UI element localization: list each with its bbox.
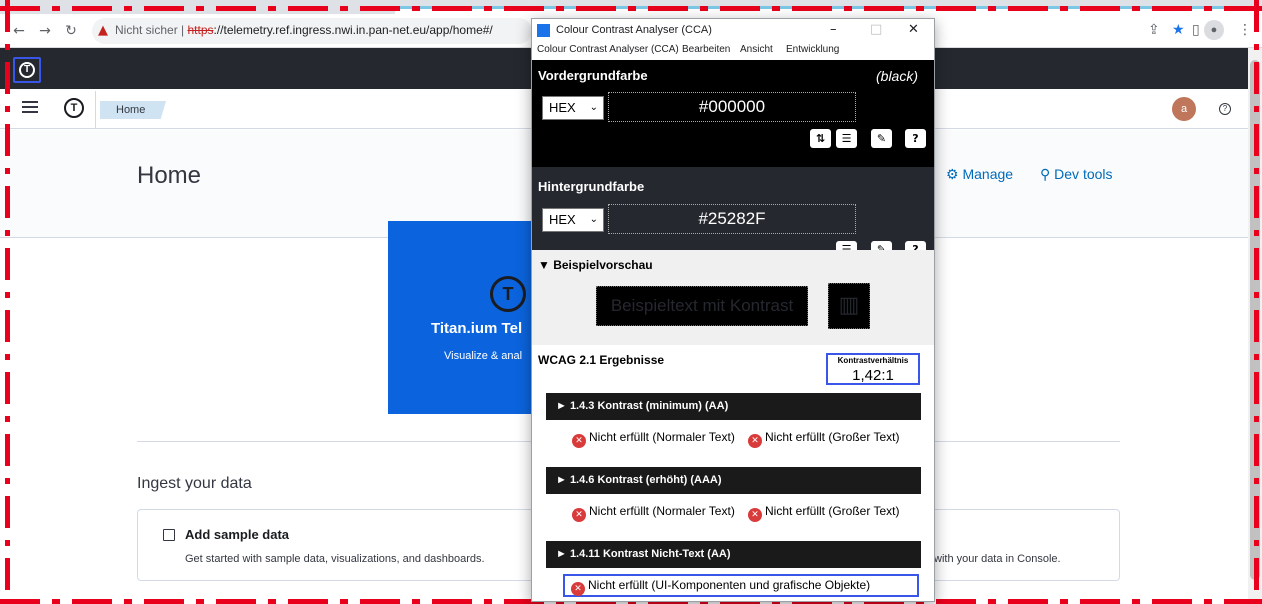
background-hex-input[interactable]: #25282F <box>608 204 856 234</box>
hero-logo-icon: T <box>490 276 526 312</box>
fail-icon: ✕ <box>572 508 586 522</box>
background-title: Hintergrundfarbe <box>538 179 645 194</box>
back-icon[interactable]: ← <box>10 22 28 40</box>
sliders-icon[interactable]: ☰ <box>836 129 857 148</box>
cca-window: Colour Contrast Analyser (CCA) – □ ✕ Col… <box>531 18 935 602</box>
app-logo-icon[interactable]: T <box>13 57 41 83</box>
foreground-hex-input[interactable]: #000000 <box>608 92 856 122</box>
result-label: Nicht erfüllt (Normaler Text) <box>589 430 735 444</box>
hero-card[interactable] <box>388 221 538 414</box>
chevron-down-icon: ⌄ <box>589 102 598 113</box>
contrast-ratio-value: 1,42:1 <box>852 367 894 384</box>
manage-link-label: Manage <box>962 166 1014 182</box>
hero-title: Titan.ium Tel <box>431 320 523 337</box>
background-format: HEX <box>549 212 576 227</box>
focus-frame-left <box>5 0 10 604</box>
menu-item-view[interactable]: Ansicht <box>740 44 773 55</box>
devtools-link[interactable]: ⚲ Dev tools <box>1040 166 1113 183</box>
fail-icon: ✕ <box>572 434 586 448</box>
help-icon[interactable]: ? <box>905 129 926 148</box>
chevron-down-icon: ⌄ <box>589 214 598 225</box>
sample-data-icon <box>163 529 175 541</box>
result-label: Nicht erfüllt (Großer Text) <box>765 430 900 444</box>
close-icon[interactable]: ✕ <box>908 22 919 37</box>
background-panel: Hintergrundfarbe HEX⌄ #25282F ☰ ✎ ? <box>532 167 934 258</box>
sample-data-desc: Get started with sample data, visualizat… <box>185 553 485 565</box>
contrast-ratio-label: Kontrastverhältnis <box>837 356 909 365</box>
fail-icon: ✕ <box>571 582 585 596</box>
focus-frame-top <box>0 6 1262 11</box>
reload-icon[interactable]: ↻ <box>62 22 80 40</box>
bookmark-star-icon[interactable]: ★ <box>1172 22 1185 38</box>
menu-item-dev[interactable]: Entwicklung <box>786 44 839 55</box>
manage-link[interactable]: ⚙ Manage <box>946 166 1013 183</box>
security-warning: Nicht sicher <box>115 23 178 37</box>
menu-item-edit[interactable]: Bearbeiten <box>682 44 730 55</box>
swap-colors-icon[interactable]: ⇅ <box>810 129 831 148</box>
result-large-text: ✕ Nicht erfüllt (Großer Text) <box>748 504 928 522</box>
devtools-link-label: Dev tools <box>1054 166 1113 182</box>
maximize-icon: □ <box>870 22 883 37</box>
warning-icon[interactable]: ▲ <box>98 23 108 38</box>
fail-icon: ✕ <box>748 508 762 522</box>
chart-icon: ▥ <box>828 283 870 329</box>
criterion-1-4-6[interactable]: ► 1.4.6 Kontrast (erhöht) (AAA) <box>546 467 921 494</box>
cca-menubar: Colour Contrast Analyser (CCA) Bearbeite… <box>532 43 934 59</box>
cca-app-icon <box>537 24 550 37</box>
url-text[interactable]: Nicht sicher | https://telemetry.ref.ing… <box>115 23 493 37</box>
breadcrumb[interactable]: Home <box>100 101 166 119</box>
url-rest: ://telemetry.ref.ingress.nwi.in.pan-net.… <box>213 23 493 37</box>
wcag-title: WCAG 2.1 Ergebnisse <box>538 353 665 367</box>
console-desc: with your data in Console. <box>934 553 1061 565</box>
result-label: Nicht erfüllt (Normaler Text) <box>589 504 735 518</box>
foreground-title: Vordergrundfarbe <box>538 68 648 83</box>
result-normal-text: ✕ Nicht erfüllt (Normaler Text) <box>572 430 742 448</box>
nav-divider <box>95 91 96 128</box>
screen: ← → ↻ ▲ Nicht sicher | https://telemetry… <box>0 0 1262 604</box>
foreground-panel: Vordergrundfarbe (black) HEX ⌄ #000000 ⇅ … <box>532 60 934 167</box>
menu-icon[interactable] <box>22 101 38 115</box>
result-large-text: ✕ Nicht erfüllt (Großer Text) <box>748 430 928 448</box>
eyedropper-icon[interactable]: ✎ <box>871 129 892 148</box>
home-logo-icon[interactable]: T <box>64 98 84 118</box>
url-scheme: https <box>187 23 214 37</box>
hero-subtitle: Visualize & anal <box>444 350 523 362</box>
avatar[interactable]: a <box>1172 97 1196 121</box>
minimize-icon[interactable]: – <box>830 22 837 37</box>
cca-titlebar[interactable]: Colour Contrast Analyser (CCA) – □ ✕ <box>532 19 934 43</box>
background-format-select[interactable]: HEX ⌄ <box>542 208 604 232</box>
cca-window-title: Colour Contrast Analyser (CCA) <box>556 24 712 36</box>
foreground-color-name: (black) <box>876 68 919 84</box>
result-label: Nicht erfüllt (UI-Komponenten und grafis… <box>588 578 871 592</box>
more-menu-icon[interactable]: ⋮ <box>1238 22 1252 38</box>
result-label: Nicht erfüllt (Großer Text) <box>765 504 900 518</box>
browser-profile-icon[interactable]: ● <box>1204 20 1224 40</box>
criterion-1-4-11[interactable]: ► 1.4.11 Kontrast Nicht-Text (AA) <box>546 541 921 568</box>
help-icon[interactable]: ? <box>1219 103 1231 115</box>
menu-item-app[interactable]: Colour Contrast Analyser (CCA) <box>537 44 679 55</box>
contrast-ratio-box: Kontrastverhältnis 1,42:1 <box>826 353 920 385</box>
sidepanel-icon[interactable]: ▯ <box>1192 22 1200 38</box>
foreground-format-select[interactable]: HEX ⌄ <box>542 96 604 120</box>
ingest-title: Ingest your data <box>137 475 252 492</box>
criterion-1-4-3[interactable]: ► 1.4.3 Kontrast (minimum) (AA) <box>546 393 921 420</box>
page-title: Home <box>137 162 202 189</box>
result-normal-text: ✕ Nicht erfüllt (Normaler Text) <box>572 504 742 522</box>
foreground-format: HEX <box>549 100 576 115</box>
focus-frame-right <box>1254 0 1259 604</box>
sample-data-title[interactable]: Add sample data <box>185 527 289 542</box>
share-icon[interactable]: ⇪ <box>1148 22 1160 38</box>
fail-icon: ✕ <box>748 434 762 448</box>
forward-icon[interactable]: → <box>36 22 54 40</box>
preview-toggle[interactable]: ▼ Beispielvorschau <box>538 258 653 272</box>
preview-sample-text: Beispieltext mit Kontrast <box>596 286 808 326</box>
result-ui-components: ✕ Nicht erfüllt (UI-Komponenten und grafi… <box>563 574 919 597</box>
